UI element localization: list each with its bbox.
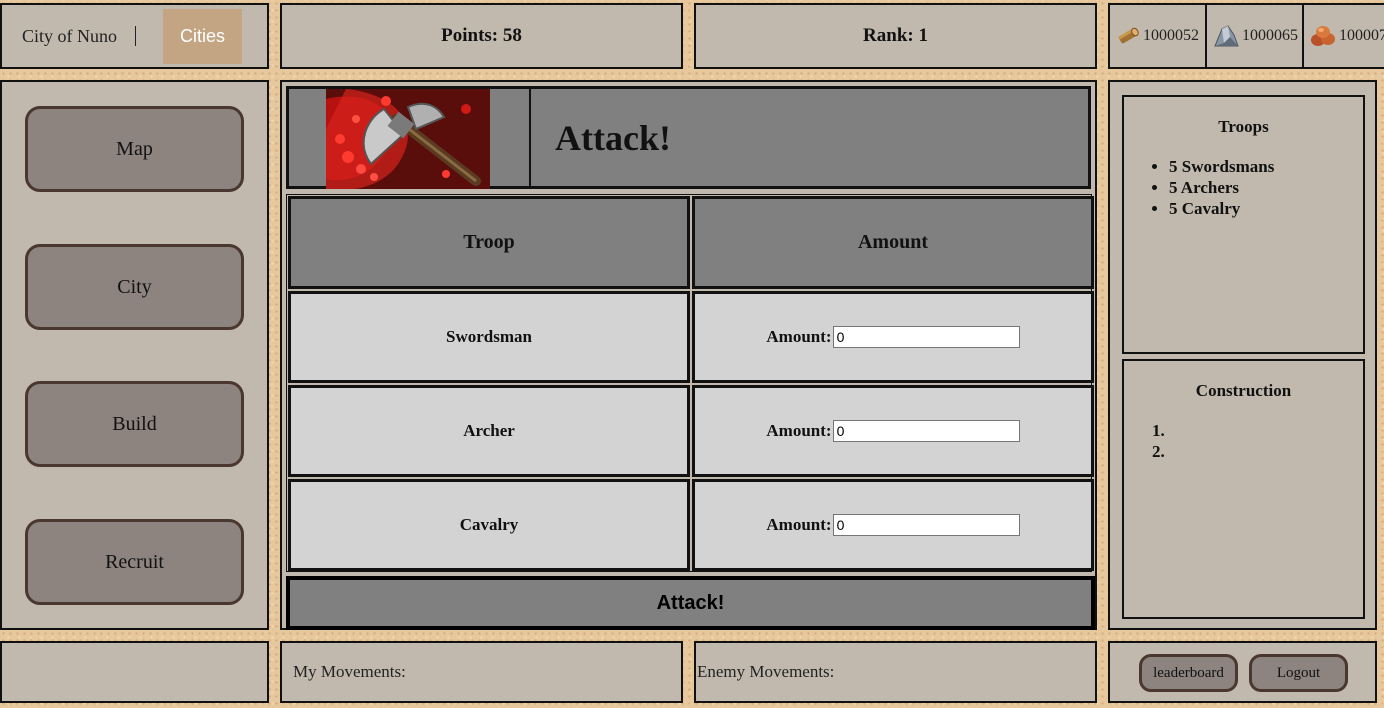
attack-header: Attack! <box>286 86 1091 189</box>
troops-title: Troops <box>1218 117 1269 136</box>
troops-box: Troops 5 Swordsmans 5 Archers 5 Cavalry <box>1122 95 1365 354</box>
amount-cell-cavalry: Amount: <box>692 479 1094 571</box>
troop-name-archer: Archer <box>288 385 690 477</box>
list-item: 5 Cavalry <box>1169 198 1363 219</box>
stone-icon <box>1214 25 1239 47</box>
leaderboard-button[interactable]: leaderboard <box>1139 654 1238 692</box>
rank-text: Rank: 1 <box>863 25 928 46</box>
wood-log-icon <box>1118 27 1139 44</box>
list-item <box>1169 420 1363 441</box>
resource-copper-value: 1000077 <box>1339 27 1384 44</box>
attack-submit-button[interactable]: Attack! <box>286 576 1095 630</box>
sidebar: Map City Build Recruit <box>0 80 269 630</box>
my-movements-label: My Movements: <box>293 662 406 681</box>
troop-name-swordsman: Swordsman <box>288 291 690 383</box>
footer-left <box>0 641 269 703</box>
nav-city-button[interactable]: City <box>25 244 244 330</box>
list-item <box>1169 441 1363 462</box>
construction-box: Construction <box>1122 359 1365 619</box>
swordsman-amount-input[interactable] <box>832 326 1020 348</box>
table-header-troop: Troop <box>288 196 690 289</box>
troop-name-cavalry: Cavalry <box>288 479 690 571</box>
amount-cell-swordsman: Amount: <box>692 291 1094 383</box>
amount-cell-archer: Amount: <box>692 385 1094 477</box>
cavalry-amount-input[interactable] <box>832 514 1020 536</box>
points-panel: Points: 58 <box>280 3 683 69</box>
cities-button[interactable]: Cities <box>163 8 243 64</box>
amount-label: Amount: <box>766 327 832 346</box>
points-text: Points: 58 <box>441 25 522 46</box>
rank-panel: Rank: 1 <box>694 3 1097 69</box>
construction-list <box>1124 420 1363 462</box>
account-panel: leaderboard Logout <box>1108 641 1377 703</box>
copper-ore-icon <box>1311 26 1335 46</box>
attack-panel: Attack! Troop Amount Swordsman Amount: A… <box>280 80 1097 630</box>
resource-wood: 1000052 <box>1110 5 1207 67</box>
info-panel: Troops 5 Swordsmans 5 Archers 5 Cavalry … <box>1108 80 1377 630</box>
list-item: 5 Swordsmans <box>1169 156 1363 177</box>
battle-axe-icon <box>326 89 490 189</box>
separator <box>135 26 137 46</box>
resource-copper: 1000077 <box>1304 5 1384 67</box>
nav-recruit-button[interactable]: Recruit <box>25 519 244 605</box>
archer-amount-input[interactable] <box>832 420 1020 442</box>
nav-build-button[interactable]: Build <box>25 381 244 467</box>
construction-title: Construction <box>1195 381 1292 400</box>
enemy-movements-label: Enemy Movements: <box>697 662 835 681</box>
city-name: City of Nuno <box>22 25 118 46</box>
troops-list: 5 Swordsmans 5 Archers 5 Cavalry <box>1124 156 1363 219</box>
table-header-amount: Amount <box>692 196 1094 289</box>
resource-stone: 1000065 <box>1207 5 1304 67</box>
enemy-movements-panel: Enemy Movements: <box>694 641 1097 703</box>
amount-label: Amount: <box>766 515 832 534</box>
troop-table: Troop Amount Swordsman Amount: Archer Am… <box>286 194 1094 572</box>
my-movements-panel: My Movements: <box>280 641 683 703</box>
resource-wood-value: 1000052 <box>1143 27 1199 44</box>
nav-map-button[interactable]: Map <box>25 106 244 192</box>
resources-panel: 1000052 1000065 1000077 <box>1108 3 1384 69</box>
list-item: 5 Archers <box>1169 177 1363 198</box>
resource-stone-value: 1000065 <box>1242 27 1298 44</box>
amount-label: Amount: <box>766 421 832 440</box>
page-title: Attack! <box>555 118 671 158</box>
header-divider <box>529 89 531 189</box>
city-panel: City of Nuno Cities <box>0 3 269 69</box>
logout-button[interactable]: Logout <box>1249 654 1348 692</box>
